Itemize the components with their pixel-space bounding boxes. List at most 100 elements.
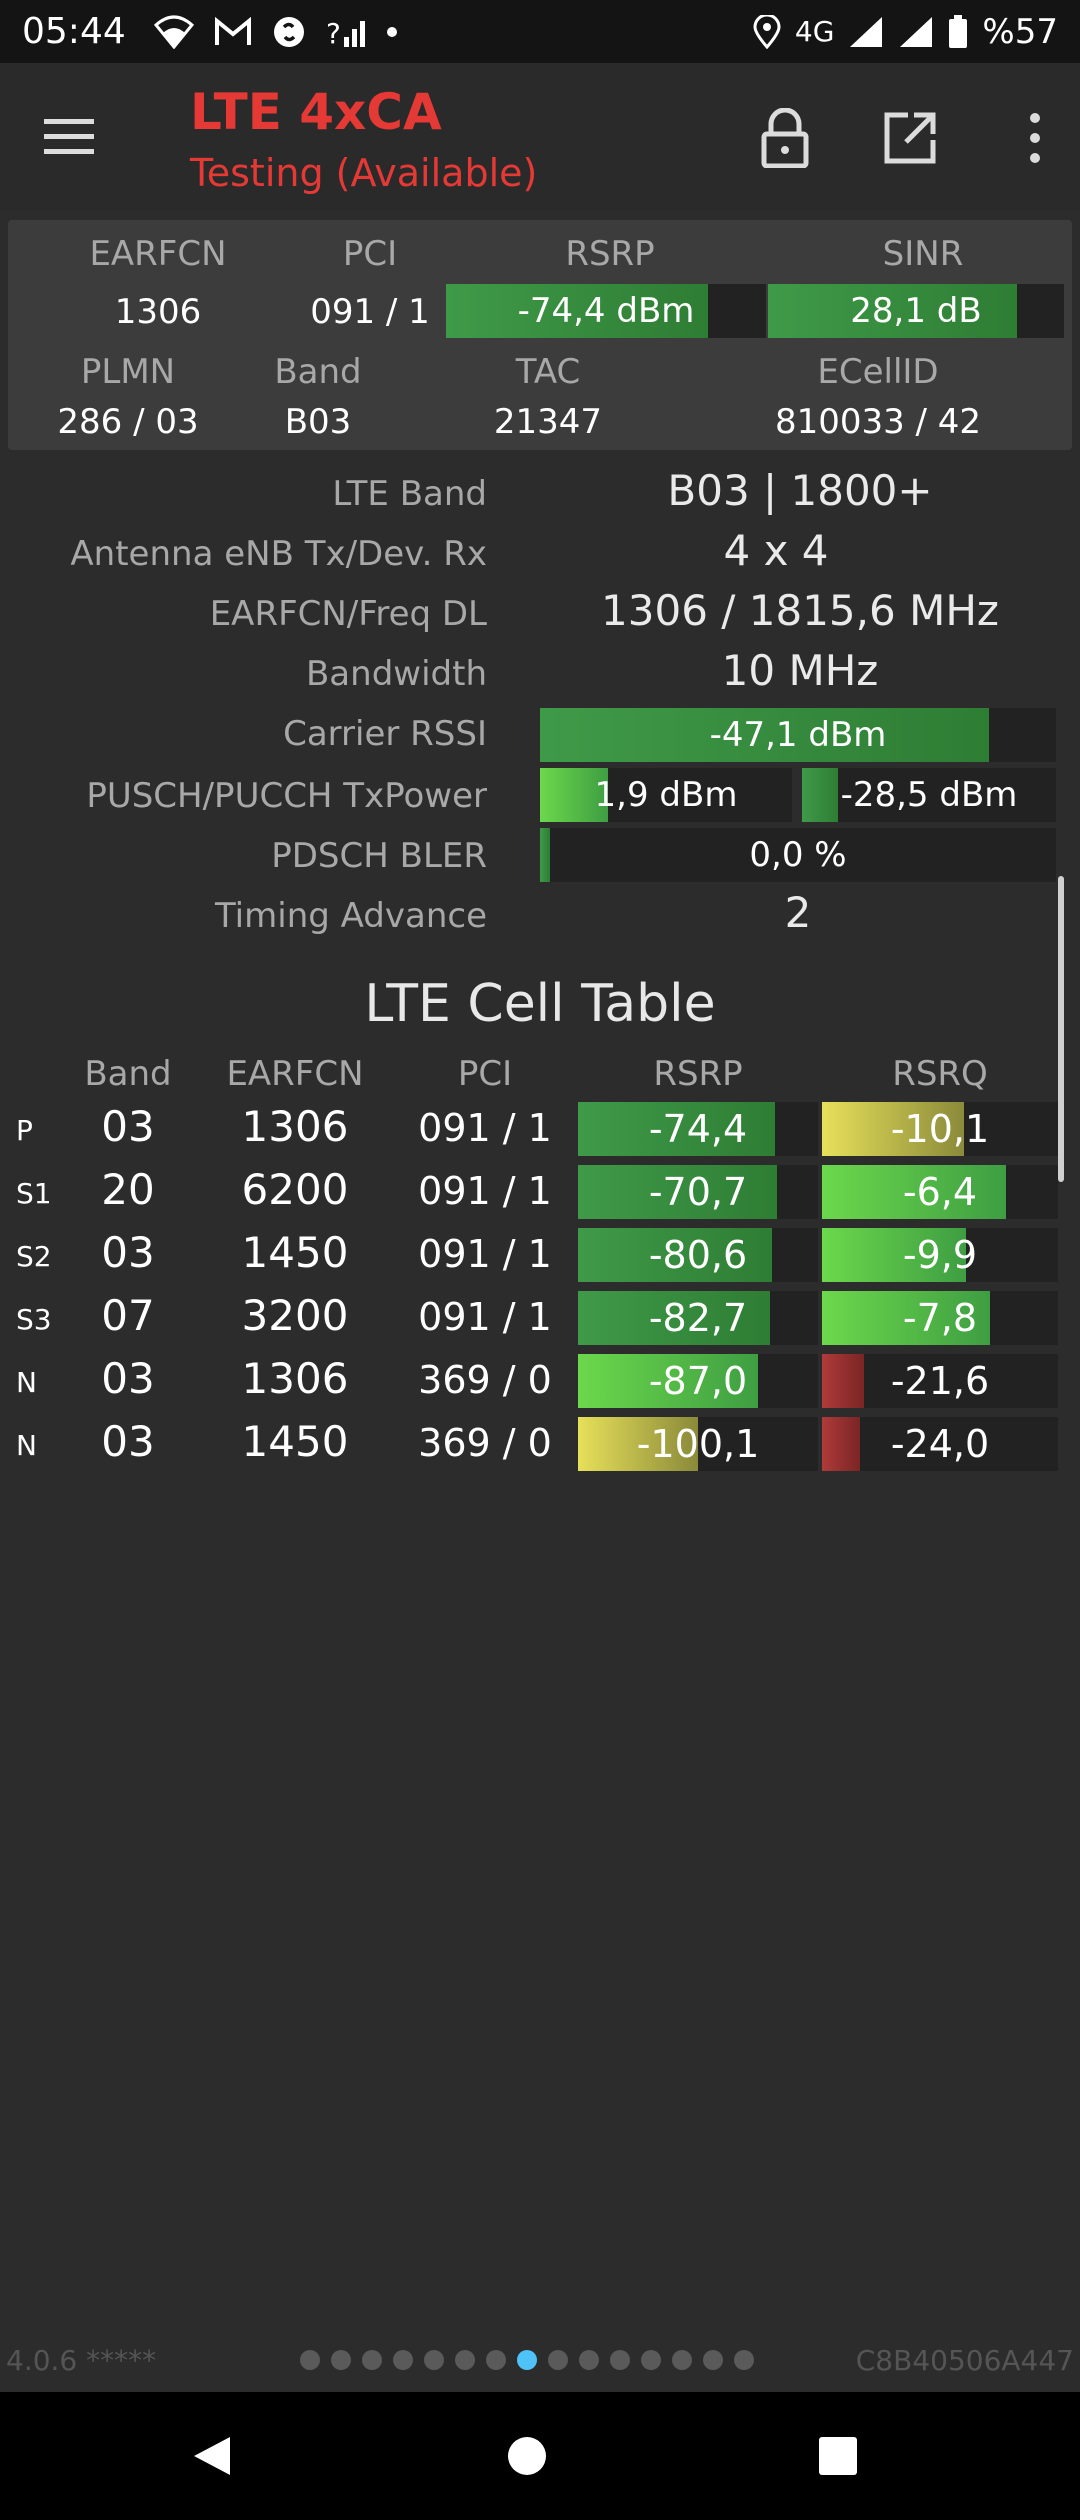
page-dot[interactable] bbox=[424, 2350, 444, 2370]
plmn-value: 286 / 03 bbox=[57, 402, 199, 442]
row-earfcn: 3200 bbox=[241, 1291, 349, 1340]
recents-icon[interactable] bbox=[808, 2426, 868, 2486]
page-indicator[interactable] bbox=[300, 2350, 754, 2370]
shazam-icon bbox=[272, 15, 306, 49]
dot-icon bbox=[386, 26, 398, 38]
row-rsrp-bar: -80,6 bbox=[578, 1228, 818, 1282]
pusch-txpower-value: 1,9 dBm bbox=[594, 775, 738, 815]
timing-advance-label: Timing Advance bbox=[214, 896, 487, 936]
sinr-bar: 28,1 dB bbox=[768, 284, 1064, 338]
row-band: 20 bbox=[101, 1165, 155, 1214]
row-band: 03 bbox=[101, 1102, 155, 1151]
row-pci: 369 / 0 bbox=[418, 1421, 552, 1465]
row-rsrq-bar: -21,6 bbox=[822, 1354, 1058, 1408]
row-rsrq-bar: -24,0 bbox=[822, 1417, 1058, 1471]
bler-label: PDSCH BLER bbox=[271, 836, 487, 876]
status-time: 05:44 bbox=[22, 11, 126, 52]
band-value: B03 bbox=[284, 402, 352, 442]
battery-percent: %57 bbox=[982, 11, 1058, 52]
row-rsrq-bar: -7,8 bbox=[822, 1291, 1058, 1345]
lte-band-label: LTE Band bbox=[332, 474, 487, 514]
row-rsrp-bar: -100,1 bbox=[578, 1417, 818, 1471]
open-external-icon[interactable] bbox=[875, 103, 945, 173]
carrier-rssi-label: Carrier RSSI bbox=[283, 714, 487, 754]
carrier-rssi-bar: -47,1 dBm bbox=[540, 708, 1056, 762]
row-band: 03 bbox=[101, 1417, 155, 1466]
row-rsrp-bar: -70,7 bbox=[578, 1165, 818, 1219]
app-version: 4.0.6 ***** bbox=[6, 2344, 157, 2377]
lock-icon[interactable] bbox=[750, 103, 820, 173]
row-rsrq-value: -7,8 bbox=[902, 1296, 978, 1340]
page-dot[interactable] bbox=[641, 2350, 661, 2370]
row-band: 03 bbox=[101, 1228, 155, 1277]
rsrp-value: -74,4 dBm bbox=[517, 291, 695, 331]
ecellid-header: ECellID bbox=[817, 352, 939, 392]
pucch-txpower-bar: -28,5 dBm bbox=[802, 768, 1056, 822]
page-dot[interactable] bbox=[579, 2350, 599, 2370]
network-type-label: 4G bbox=[794, 15, 835, 48]
page-dot[interactable] bbox=[362, 2350, 382, 2370]
navigation-bar bbox=[0, 2392, 1080, 2520]
rsrp-bar: -74,4 dBm bbox=[446, 284, 766, 338]
page-dot[interactable] bbox=[548, 2350, 568, 2370]
row-rsrp-value: -87,0 bbox=[648, 1359, 748, 1403]
page-dot[interactable] bbox=[455, 2350, 475, 2370]
signal-question-icon: ? bbox=[326, 15, 366, 49]
page-dot[interactable] bbox=[672, 2350, 692, 2370]
page-dot[interactable] bbox=[703, 2350, 723, 2370]
row-rsrq-value: -21,6 bbox=[890, 1359, 990, 1403]
lte-band-value: B03 | 1800+ bbox=[667, 466, 933, 515]
bandwidth-label: Bandwidth bbox=[305, 654, 487, 694]
earfcn-freq-label: EARFCN/Freq DL bbox=[209, 594, 487, 634]
page-dot[interactable] bbox=[610, 2350, 630, 2370]
tac-value: 21347 bbox=[493, 402, 603, 442]
row-rsrq-value: -24,0 bbox=[890, 1422, 990, 1466]
row-rsrq-bar: -9,9 bbox=[822, 1228, 1058, 1282]
wifi-icon bbox=[153, 15, 194, 49]
menu-icon[interactable] bbox=[40, 107, 100, 167]
bler-bar: 0,0 % bbox=[540, 828, 1056, 882]
carrier-rssi-value: -47,1 dBm bbox=[709, 715, 887, 755]
more-vert-icon[interactable] bbox=[1000, 103, 1070, 173]
row-rsrq-value: -9,9 bbox=[902, 1233, 978, 1277]
app-title: LTE 4xCA bbox=[190, 83, 442, 141]
page-dot[interactable] bbox=[300, 2350, 320, 2370]
row-type: S2 bbox=[16, 1240, 52, 1273]
gmail-icon bbox=[214, 16, 252, 47]
row-rsrp-value: -70,7 bbox=[648, 1170, 748, 1214]
txpower-label: PUSCH/PUCCH TxPower bbox=[86, 776, 487, 816]
home-icon[interactable] bbox=[497, 2426, 557, 2486]
app-bar: LTE 4xCA Testing (Available) bbox=[0, 63, 1080, 211]
row-type: N bbox=[16, 1429, 37, 1462]
page-dot[interactable] bbox=[486, 2350, 506, 2370]
row-pci: 091 / 1 bbox=[418, 1169, 552, 1213]
band-header: Band bbox=[274, 352, 362, 392]
row-rsrp-value: -82,7 bbox=[648, 1296, 748, 1340]
tac-header: TAC bbox=[515, 352, 581, 392]
app-subtitle: Testing (Available) bbox=[190, 151, 538, 195]
device-id: C8B40506A447 bbox=[855, 2344, 1074, 2377]
table-header-band: Band bbox=[84, 1054, 172, 1094]
row-rsrq-value: -6,4 bbox=[902, 1170, 978, 1214]
antenna-value: 4 x 4 bbox=[723, 526, 829, 575]
row-rsrp-bar: -87,0 bbox=[578, 1354, 818, 1408]
page-dot[interactable] bbox=[734, 2350, 754, 2370]
page-dot[interactable] bbox=[331, 2350, 351, 2370]
rsrp-header: RSRP bbox=[565, 234, 655, 274]
antenna-label: Antenna eNB Tx/Dev. Rx bbox=[70, 534, 487, 574]
row-rsrq-bar: -10,1 bbox=[822, 1102, 1058, 1156]
row-band: 07 bbox=[101, 1291, 155, 1340]
row-type: P bbox=[16, 1114, 33, 1147]
table-header-rsrp: RSRP bbox=[653, 1054, 743, 1094]
sinr-header: SINR bbox=[882, 234, 964, 274]
cell-table-title: LTE Cell Table bbox=[364, 974, 716, 1034]
table-header-pci: PCI bbox=[457, 1054, 513, 1094]
pucch-txpower-value: -28,5 dBm bbox=[840, 775, 1018, 815]
page-dot[interactable] bbox=[517, 2350, 537, 2370]
row-earfcn: 1306 bbox=[241, 1102, 349, 1151]
back-icon[interactable] bbox=[182, 2426, 242, 2486]
page-dot[interactable] bbox=[393, 2350, 413, 2370]
serving-cell-summary: EARFCN PCI RSRP SINR 1306 091 / 1 -74,4 … bbox=[8, 220, 1072, 450]
row-type: N bbox=[16, 1366, 37, 1399]
ecellid-value: 810033 / 42 bbox=[774, 402, 982, 442]
